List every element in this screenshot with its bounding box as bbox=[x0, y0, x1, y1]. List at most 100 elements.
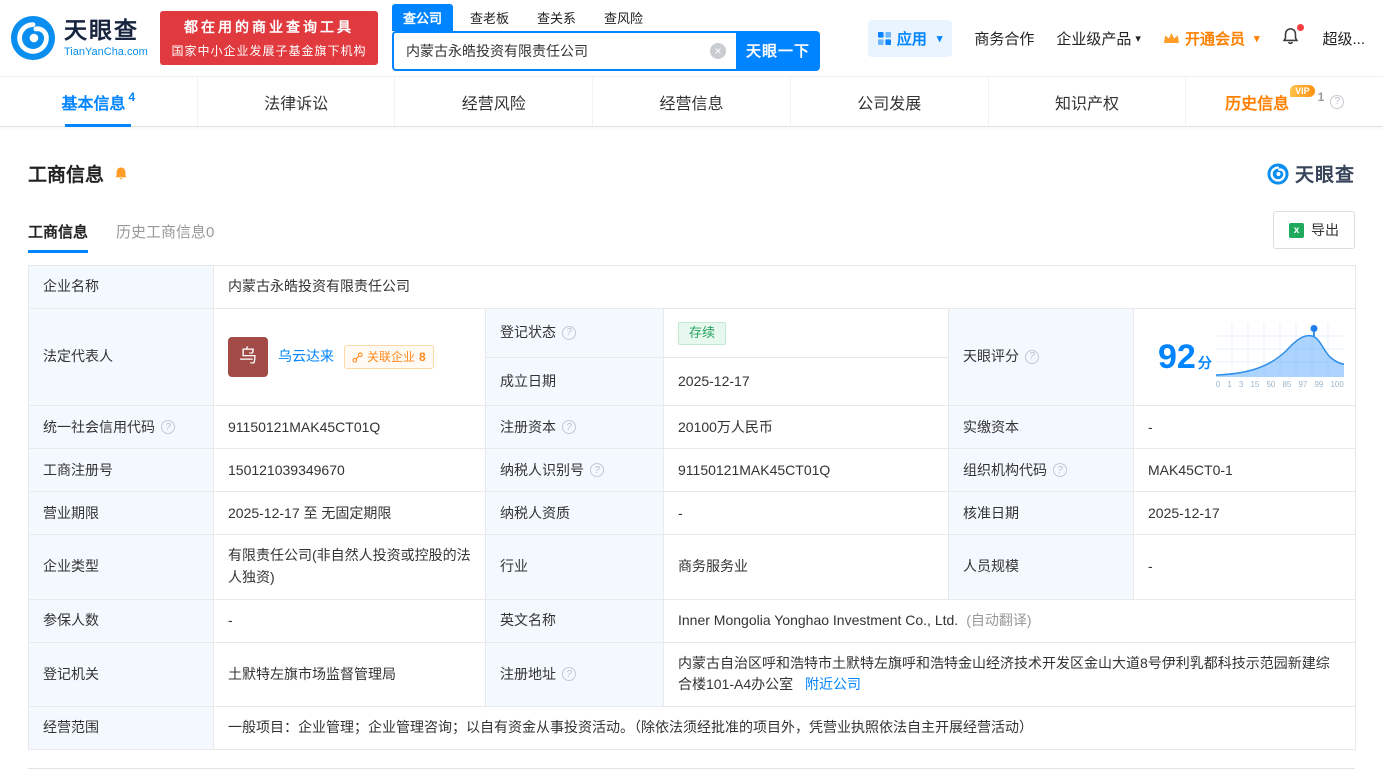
label-english-name: 英文名称 bbox=[485, 598, 664, 643]
label-establish-date: 成立日期 bbox=[485, 357, 664, 407]
label-approval-date: 核准日期 bbox=[948, 491, 1134, 536]
tianyancha-watermark: 天眼查 bbox=[1267, 160, 1355, 187]
vip-badge: VIP bbox=[1290, 84, 1315, 97]
credit-code-help-icon[interactable] bbox=[161, 420, 175, 435]
search-tab-company[interactable]: 查公司 bbox=[392, 3, 454, 31]
notification-bell-icon[interactable] bbox=[1281, 23, 1305, 50]
tianyancha-logo[interactable]: 天眼查 TianYanCha.com bbox=[10, 15, 158, 61]
tab-history-info[interactable]: 历史信息 VIP 1 bbox=[1186, 77, 1383, 126]
menu-super-vip[interactable]: 超级... bbox=[1322, 28, 1365, 49]
monitor-bell-icon[interactable] bbox=[113, 166, 129, 182]
search-input[interactable] bbox=[406, 42, 710, 59]
search-tabs: 查公司 查老板 查关系 查风险 bbox=[392, 3, 820, 31]
business-info-table: 企业名称 内蒙古永皓投资有限责任公司 法定代表人 乌 乌云达来 关联企业 8 登… bbox=[28, 265, 1357, 751]
tab-operation-risk[interactable]: 经营风险 bbox=[395, 77, 594, 126]
label-score: 天眼评分 bbox=[948, 307, 1134, 407]
search-tab-boss[interactable]: 查老板 bbox=[459, 4, 520, 31]
watermark-text: 天眼查 bbox=[1294, 165, 1355, 186]
legal-rep-name-link[interactable]: 乌云达来 bbox=[278, 346, 334, 368]
business-info-subtabs: 工商信息 历史工商信息0 导出 bbox=[28, 211, 1355, 253]
reg-status-help-icon[interactable] bbox=[562, 326, 576, 341]
table-row: 企业名称 内蒙古永皓投资有限责任公司 bbox=[28, 265, 1357, 309]
value-paid-capital: - bbox=[1132, 405, 1357, 450]
taxpayer-id-help-icon[interactable] bbox=[590, 463, 604, 478]
apps-grid-icon bbox=[877, 31, 891, 45]
label-reg-capital: 注册资本 bbox=[485, 405, 664, 450]
value-company-type: 有限责任公司(非自然人投资或控股的法人独资) bbox=[213, 534, 486, 600]
table-row: 工商注册号 150121039349670 纳税人识别号 91150121MAK… bbox=[28, 448, 1357, 493]
tab-company-development[interactable]: 公司发展 bbox=[791, 77, 989, 126]
label-legal-rep: 法定代表人 bbox=[28, 307, 214, 407]
status-badge: 存续 bbox=[678, 321, 727, 345]
search-tab-risk[interactable]: 查风险 bbox=[593, 4, 654, 31]
value-legal-rep: 乌 乌云达来 关联企业 8 bbox=[213, 307, 486, 407]
related-companies-badge[interactable]: 关联企业 8 bbox=[344, 344, 434, 370]
value-company-name: 内蒙古永皓投资有限责任公司 bbox=[212, 265, 1357, 309]
search-block: 查公司 查老板 查关系 查风险 天眼一下 bbox=[392, 3, 820, 71]
apps-menu[interactable]: 应用 bbox=[867, 19, 953, 57]
value-english-name: Inner Mongolia Yonghao Investment Co., L… bbox=[662, 598, 1357, 643]
top-bar: 天眼查 TianYanCha.com 都在用的商业查询工具 国家中小企业发展子基… bbox=[0, 0, 1383, 76]
address-help-icon[interactable] bbox=[562, 667, 576, 682]
table-row: 参保人数 - 英文名称 Inner Mongolia Yonghao Inves… bbox=[28, 598, 1357, 643]
tianyancha-logo-icon bbox=[10, 15, 56, 61]
value-org-code: MAK45CT0-1 bbox=[1132, 448, 1357, 493]
table-row: 营业期限 2025-12-17 至 无固定期限 纳税人资质 - 核准日期 202… bbox=[28, 491, 1357, 536]
tab-basic-count: 4 bbox=[128, 89, 136, 104]
score-help-icon[interactable] bbox=[1025, 350, 1039, 365]
top-menu: 应用 商务合作 企业级产品 开通会员 超级... bbox=[867, 19, 1365, 57]
tab-basic-info[interactable]: 基本信息 4 bbox=[0, 77, 198, 126]
label-reg-status: 登记状态 bbox=[485, 307, 664, 359]
label-insured-count: 参保人数 bbox=[28, 598, 214, 643]
menu-cooperation[interactable]: 商务合作 bbox=[974, 28, 1034, 49]
apps-label: 应用 bbox=[896, 30, 927, 48]
search-button[interactable]: 天眼一下 bbox=[736, 30, 820, 71]
reg-capital-help-icon[interactable] bbox=[562, 420, 576, 435]
search-tab-relation[interactable]: 查关系 bbox=[526, 4, 587, 31]
value-insured-count: - bbox=[213, 598, 486, 643]
export-button[interactable]: 导出 bbox=[1273, 211, 1355, 249]
value-reg-number: 150121039349670 bbox=[213, 448, 486, 493]
value-reg-capital: 20100万人民币 bbox=[663, 405, 949, 450]
value-establish-date: 2025-12-17 bbox=[663, 357, 949, 407]
value-score: 92 分 0 1 3 15 50 85 97 99 100 bbox=[1132, 307, 1357, 407]
table-row: 企业类型 有限责任公司(非自然人投资或控股的法人独资) 行业 商务服务业 人员规… bbox=[28, 534, 1357, 600]
label-company-name: 企业名称 bbox=[28, 265, 214, 309]
value-credit-code: 91150121MAK45CT01Q bbox=[213, 405, 486, 450]
menu-enterprise-products[interactable]: 企业级产品 bbox=[1056, 28, 1141, 49]
legal-rep-avatar[interactable]: 乌 bbox=[228, 337, 268, 378]
logo-title: 天眼查 bbox=[64, 17, 139, 44]
promo-banner[interactable]: 都在用的商业查询工具 国家中小企业发展子基金旗下机构 bbox=[160, 11, 378, 65]
tab-legal-litigation[interactable]: 法律诉讼 bbox=[198, 77, 396, 126]
history-help-icon[interactable] bbox=[1330, 94, 1345, 109]
label-paid-capital: 实缴资本 bbox=[948, 405, 1134, 450]
label-taxpayer-quality: 纳税人资质 bbox=[485, 491, 664, 536]
label-org-code: 组织机构代码 bbox=[948, 448, 1134, 493]
label-credit-code: 统一社会信用代码 bbox=[28, 405, 214, 450]
score-value: 92 bbox=[1158, 337, 1196, 376]
label-address: 注册地址 bbox=[485, 641, 664, 708]
related-companies-icon bbox=[352, 352, 363, 363]
table-row: 统一社会信用代码 91150121MAK45CT01Q 注册资本 20100万人… bbox=[28, 405, 1357, 450]
tab-intellectual-property[interactable]: 知识产权 bbox=[989, 77, 1187, 126]
menu-open-membership[interactable]: 开通会员 bbox=[1163, 28, 1260, 49]
subtab-business-info[interactable]: 工商信息 bbox=[28, 221, 89, 253]
label-business-scope: 经营范围 bbox=[28, 706, 214, 751]
score-unit: 分 bbox=[1197, 354, 1212, 371]
logo-domain: TianYanCha.com bbox=[64, 45, 148, 58]
label-industry: 行业 bbox=[485, 534, 664, 600]
table-row: 法定代表人 乌 乌云达来 关联企业 8 登记状态 ? 存续 天眼评分 ? 92 … bbox=[28, 307, 1357, 407]
table-row: 经营范围 一般项目：企业管理；企业管理咨询；以自有资金从事投资活动。（除依法须经… bbox=[28, 706, 1357, 751]
tab-operation-info[interactable]: 经营信息 bbox=[593, 77, 791, 126]
subtab-history-business-info[interactable]: 历史工商信息0 bbox=[116, 221, 214, 253]
value-business-term: 2025-12-17 至 无固定期限 bbox=[213, 491, 486, 536]
org-code-help-icon[interactable] bbox=[1053, 463, 1067, 478]
value-taxpayer-quality: - bbox=[663, 491, 949, 536]
watermark-logo-icon bbox=[1267, 162, 1289, 185]
nearby-companies-link[interactable]: 附近公司 bbox=[805, 676, 861, 692]
tab-history-count: 1 bbox=[1317, 89, 1325, 104]
search-input-wrap bbox=[392, 30, 736, 71]
clear-search-icon[interactable] bbox=[710, 42, 726, 59]
label-company-type: 企业类型 bbox=[28, 534, 214, 600]
section-title: 工商信息 bbox=[28, 165, 105, 186]
